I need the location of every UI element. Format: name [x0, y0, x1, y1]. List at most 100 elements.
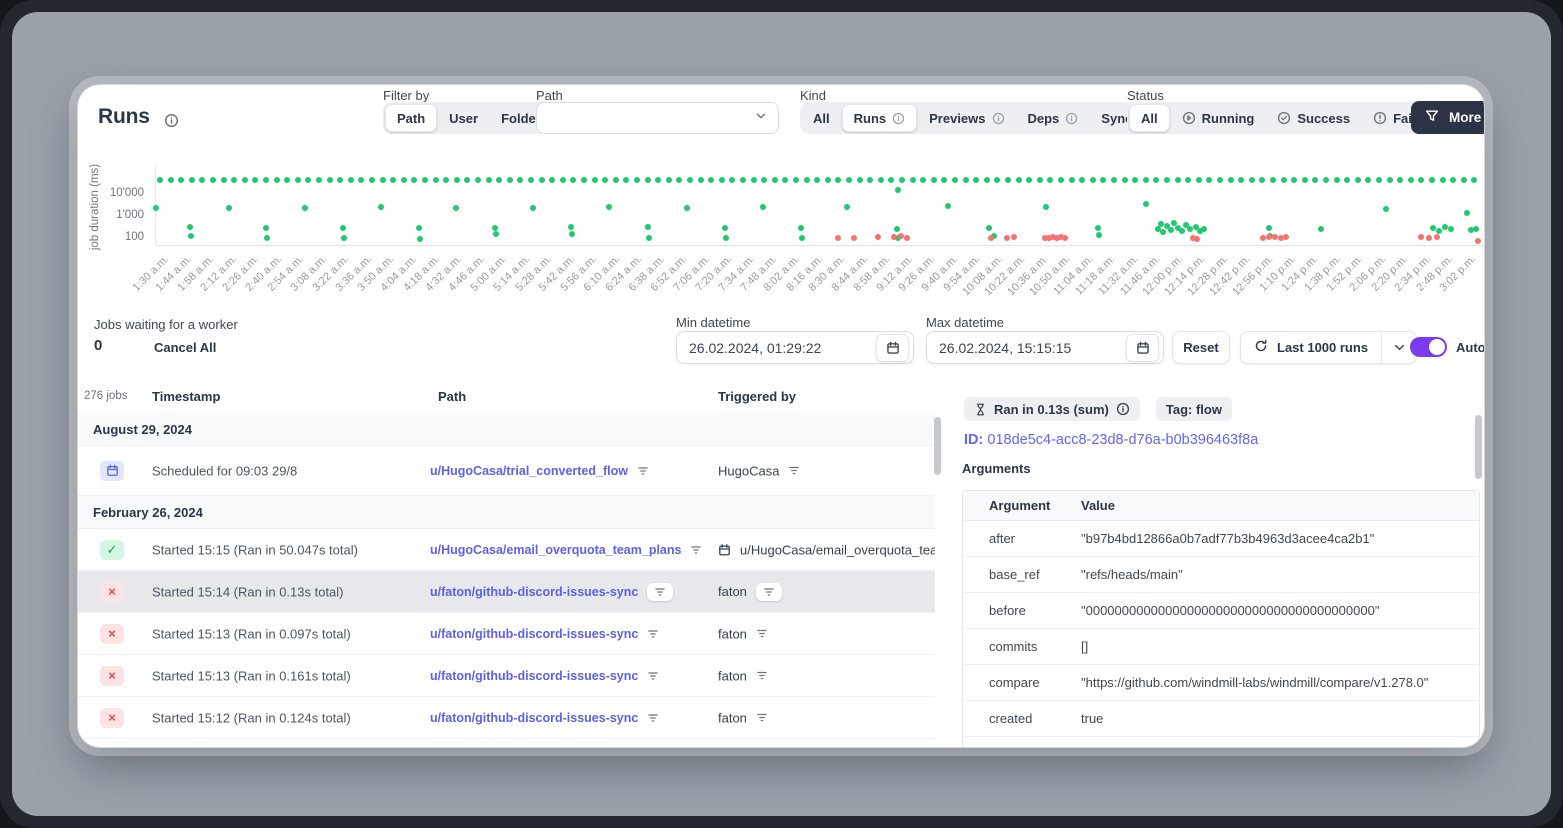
filter-icon[interactable] — [690, 544, 702, 556]
run-id-line[interactable]: ID: 018de5c4-acc8-23d8-d76a-b0b396463f8a — [964, 432, 1258, 448]
run-dot[interactable] — [340, 225, 346, 231]
calendar-icon[interactable] — [876, 334, 909, 362]
run-dot[interactable] — [988, 235, 994, 241]
run-dot[interactable] — [358, 177, 364, 183]
run-dot[interactable] — [568, 224, 574, 230]
run-dot[interactable] — [1291, 177, 1297, 183]
run-dot[interactable] — [1323, 177, 1329, 183]
job-row[interactable]: ×Started 15:13 (Ran in 0.097s total)u/fa… — [78, 613, 935, 655]
run-dot[interactable] — [327, 177, 333, 183]
run-dot[interactable] — [867, 177, 873, 183]
run-dot[interactable] — [337, 177, 343, 183]
run-dot[interactable] — [1016, 177, 1022, 183]
run-dot[interactable] — [857, 177, 863, 183]
job-path-link[interactable]: u/HugoCasa/trial_converted_flow — [430, 464, 628, 478]
run-dot[interactable] — [189, 177, 195, 183]
run-dot[interactable] — [1206, 177, 1212, 183]
run-dot[interactable] — [416, 225, 422, 231]
run-dot[interactable] — [895, 187, 901, 193]
run-dot[interactable] — [1408, 177, 1414, 183]
run-dot[interactable] — [1069, 177, 1075, 183]
run-dot[interactable] — [569, 231, 575, 237]
run-dot[interactable] — [1387, 177, 1393, 183]
run-dot[interactable] — [188, 233, 194, 239]
filter-icon[interactable] — [756, 628, 768, 640]
run-dot[interactable] — [986, 225, 992, 231]
reset-button[interactable]: Reset — [1172, 331, 1230, 364]
filter-icon[interactable] — [756, 670, 768, 682]
run-dot[interactable] — [411, 177, 417, 183]
run-dot[interactable] — [891, 234, 897, 240]
calendar-icon[interactable] — [1126, 334, 1159, 362]
run-dot[interactable] — [1302, 177, 1308, 183]
run-dot[interactable] — [846, 177, 852, 183]
run-dot[interactable] — [1426, 235, 1432, 241]
run-dot[interactable] — [1132, 177, 1138, 183]
run-dot[interactable] — [453, 205, 459, 211]
run-dot[interactable] — [894, 226, 900, 232]
run-dot[interactable] — [851, 235, 857, 241]
run-dot[interactable] — [655, 177, 661, 183]
run-dot[interactable] — [751, 177, 757, 183]
filter-icon[interactable] — [756, 712, 768, 724]
run-dot[interactable] — [1095, 225, 1101, 231]
run-dot[interactable] — [570, 177, 576, 183]
run-dot[interactable] — [835, 177, 841, 183]
run-dot[interactable] — [1397, 177, 1403, 183]
run-dot[interactable] — [666, 177, 672, 183]
run-dot[interactable] — [1179, 228, 1185, 234]
run-dot[interactable] — [1160, 229, 1166, 235]
run-dot[interactable] — [433, 177, 439, 183]
run-dot[interactable] — [1475, 238, 1481, 244]
run-dot[interactable] — [264, 235, 270, 241]
run-dot[interactable] — [1259, 177, 1265, 183]
detail-panel-scrollbar[interactable] — [1475, 415, 1482, 479]
run-dot[interactable] — [760, 204, 766, 210]
run-dot[interactable] — [1185, 177, 1191, 183]
run-dot[interactable] — [549, 177, 555, 183]
run-dot[interactable] — [1037, 177, 1043, 183]
run-dot[interactable] — [1238, 177, 1244, 183]
run-dot[interactable] — [729, 177, 735, 183]
run-dot[interactable] — [904, 235, 910, 241]
run-dot[interactable] — [252, 177, 258, 183]
run-dot[interactable] — [187, 224, 193, 230]
run-dot[interactable] — [1440, 177, 1446, 183]
run-dot[interactable] — [708, 177, 714, 183]
run-dot[interactable] — [941, 177, 947, 183]
run-dot[interactable] — [1376, 177, 1382, 183]
run-dot[interactable] — [1471, 177, 1477, 183]
max-datetime-input[interactable]: 26.02.2024, 15:15:15 — [926, 331, 1164, 364]
run-dot[interactable] — [528, 177, 534, 183]
kind-all[interactable]: All — [802, 104, 841, 132]
filter-by-user[interactable]: User — [438, 104, 489, 132]
run-dot[interactable] — [1464, 210, 1470, 216]
run-dot[interactable] — [507, 177, 513, 183]
run-dot[interactable] — [221, 177, 227, 183]
run-dot[interactable] — [1270, 177, 1276, 183]
run-dot[interactable] — [772, 177, 778, 183]
run-dot[interactable] — [168, 177, 174, 183]
run-dot[interactable] — [1418, 177, 1424, 183]
run-dot[interactable] — [623, 177, 629, 183]
run-dot[interactable] — [1201, 226, 1207, 232]
run-dot[interactable] — [369, 177, 375, 183]
run-dot[interactable] — [1448, 226, 1454, 232]
run-dot[interactable] — [1450, 177, 1456, 183]
run-dot[interactable] — [1164, 177, 1170, 183]
run-dot[interactable] — [835, 235, 841, 241]
run-dot[interactable] — [1418, 234, 1424, 240]
run-dot[interactable] — [645, 177, 651, 183]
run-dot[interactable] — [740, 177, 746, 183]
filter-icon[interactable] — [756, 583, 782, 601]
job-row[interactable]: ✓Started 15:15 (Ran in 50.047s total)u/H… — [78, 529, 935, 571]
info-icon[interactable] — [1116, 402, 1130, 416]
run-dot[interactable] — [1473, 226, 1479, 232]
run-dot[interactable] — [723, 235, 729, 241]
run-dot[interactable] — [295, 177, 301, 183]
run-dot[interactable] — [1196, 177, 1202, 183]
run-dot[interactable] — [592, 177, 598, 183]
status-all[interactable]: All — [1129, 104, 1170, 132]
run-dot[interactable] — [1318, 226, 1324, 232]
run-dot[interactable] — [378, 204, 384, 210]
